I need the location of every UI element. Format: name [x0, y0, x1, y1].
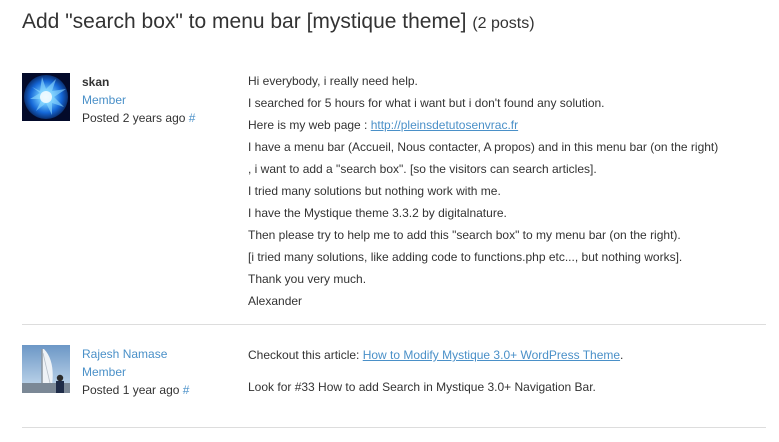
post-line-text: Here is my web page : — [248, 118, 371, 132]
post-line-text: Checkout this article: — [248, 348, 363, 362]
post-line: Look for #33 How to add Search in Mystiq… — [248, 380, 596, 394]
post-meta: Posted 1 year ago # — [82, 381, 189, 399]
post-line: I searched for 5 hours for what i want b… — [248, 96, 605, 110]
blue-splash-avatar-icon — [22, 73, 70, 121]
author-name: skan — [82, 75, 110, 89]
post-body: Hi everybody, i really need help. I sear… — [248, 70, 768, 312]
website-link[interactable]: http://pleinsdetutosenvrac.fr — [371, 118, 518, 132]
avatar[interactable] — [22, 73, 70, 121]
author-role: Member — [82, 365, 127, 379]
post-line: Here is my web page : http://pleinsdetut… — [248, 114, 768, 136]
posted-time: 2 years ago — [122, 111, 186, 125]
posted-prefix: Posted — [82, 383, 120, 397]
post-line: Thank you very much. — [248, 272, 367, 286]
permalink-link[interactable]: # — [189, 111, 196, 125]
post-line: Hi everybody, i really need help. — [248, 74, 418, 88]
avatar[interactable] — [22, 345, 70, 393]
post-line: I have a menu bar (Accueil, Nous contact… — [248, 140, 719, 154]
post-meta: Posted 2 years ago # — [82, 109, 195, 127]
posted-prefix: Posted — [82, 111, 120, 125]
post-line: I have the Mystique theme 3.3.2 by digit… — [248, 206, 507, 220]
post-line: [i tried many solutions, like adding cod… — [248, 250, 683, 264]
post-line: Then please try to help me to add this "… — [248, 228, 681, 242]
author-name-link[interactable]: Rajesh Namase — [82, 345, 189, 363]
post-line: , i want to add a "search box". [so the … — [248, 162, 597, 176]
post-divider — [22, 427, 766, 428]
article-link[interactable]: How to Modify Mystique 3.0+ WordPress Th… — [363, 348, 620, 362]
burj-al-arab-avatar-icon — [22, 345, 70, 393]
permalink-link[interactable]: # — [183, 383, 190, 397]
post-line: I tried many solutions but nothing work … — [248, 184, 501, 198]
author-info: skan Member Posted 2 years ago # — [82, 73, 195, 127]
post-line-suffix: . — [620, 348, 624, 362]
post-line: Checkout this article: How to Modify Mys… — [248, 345, 768, 365]
post-line: Alexander — [248, 294, 303, 308]
post-divider — [22, 324, 766, 325]
author-role: Member — [82, 93, 127, 107]
author-info: Rajesh Namase Member Posted 1 year ago # — [82, 345, 189, 399]
topic-title: Add "search box" to menu bar [mystique t… — [22, 10, 535, 34]
topic-title-text: Add "search box" to menu bar [mystique t… — [22, 10, 467, 33]
posted-time: 1 year ago — [122, 383, 180, 397]
post-count: (2 posts) — [472, 15, 535, 32]
post-body: Checkout this article: How to Modify Mys… — [248, 345, 768, 397]
